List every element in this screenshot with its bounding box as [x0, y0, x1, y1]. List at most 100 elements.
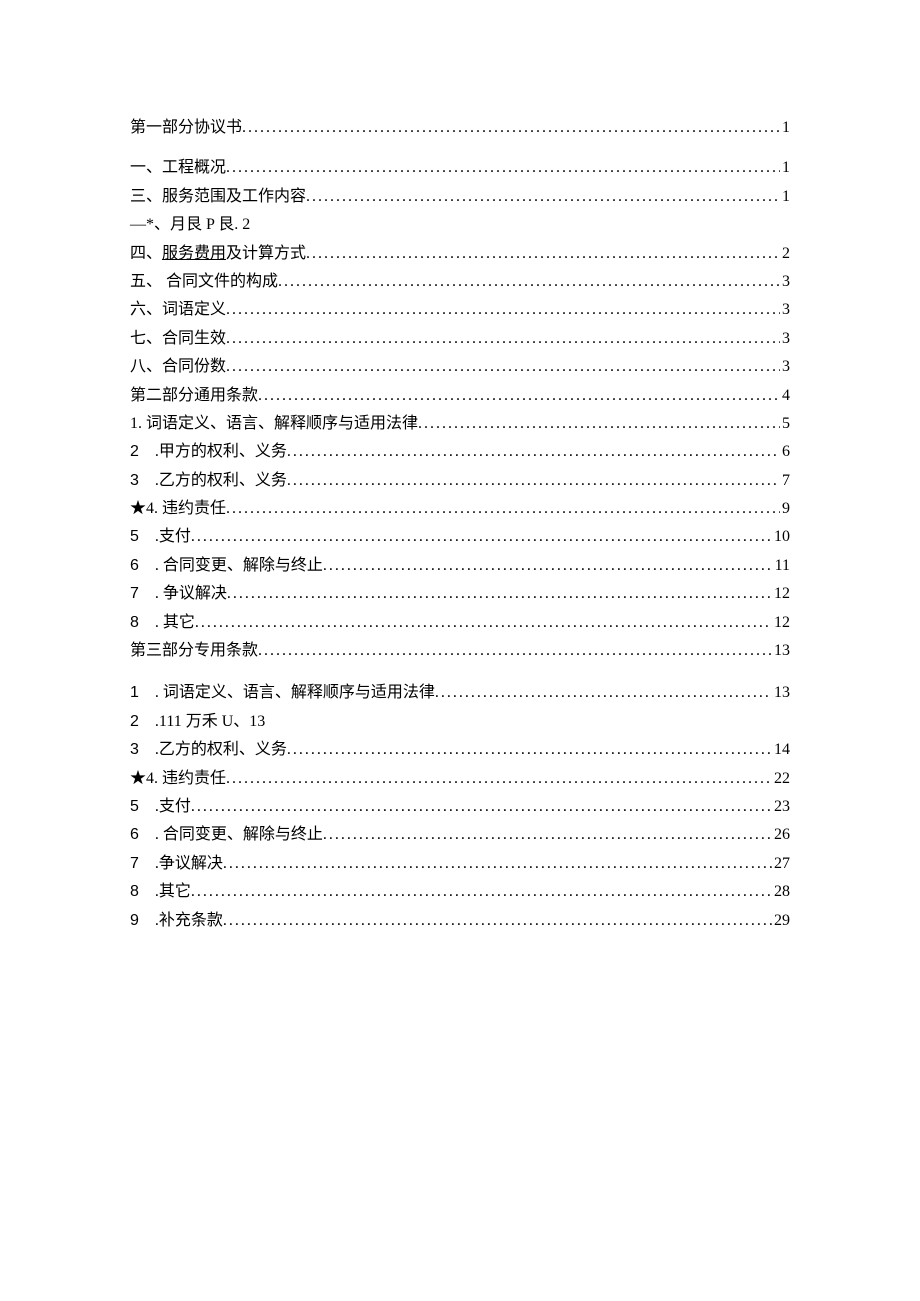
toc-label: ★4. 违约责任 [130, 766, 226, 792]
toc-label: 六、词语定义 [130, 297, 226, 323]
toc-leader-dots [258, 638, 772, 664]
toc-page-number: 13 [772, 638, 790, 664]
toc-number: 2 [130, 439, 139, 465]
toc-label: 五、 合同文件的构成 [130, 269, 278, 295]
toc-label: 5 .支付 [130, 794, 191, 820]
toc-label: 第一部分协议书 [130, 115, 242, 141]
toc-page-number: 10 [772, 524, 790, 550]
toc-entry: 八、合同份数 3 [130, 354, 790, 380]
toc-number: 3 [130, 737, 139, 763]
toc-entry: —*、月艮 P 艮. 2 [130, 212, 790, 238]
toc-entry: 5 .支付 23 [130, 794, 790, 820]
toc-entry: 3 .乙方的权利、义务7 [130, 468, 790, 494]
toc-leader-dots [226, 326, 780, 352]
toc-number: 8 [130, 879, 139, 905]
toc-leader-dots [223, 851, 772, 877]
toc-leader-dots [191, 794, 772, 820]
toc-entry: 3 .乙方的权利、义务 14 [130, 737, 790, 763]
toc-leader-dots [226, 766, 772, 792]
toc-page-number: 9 [780, 496, 790, 522]
toc-number: 8 [130, 610, 139, 636]
toc-label: 6 . 合同变更、解除与终止 [130, 822, 323, 848]
toc-number: 1 [130, 680, 139, 706]
toc-number: 5 [130, 794, 139, 820]
toc-label: .111 万禾 U、13 [155, 713, 265, 730]
toc-leader-dots [287, 439, 780, 465]
toc-page-number: 5 [780, 411, 790, 437]
toc-entry: 1. 词语定义、语言、解释顺序与适用法律 5 [130, 411, 790, 437]
toc-page-number: 23 [772, 794, 790, 820]
toc-page-number: 26 [772, 822, 790, 848]
toc-number: 2 [130, 709, 139, 735]
toc-leader-dots [226, 297, 780, 323]
toc-leader-dots [191, 524, 772, 550]
toc-page-number: 14 [772, 737, 790, 763]
toc-page-number: 27 [772, 851, 790, 877]
toc-page-number: 1 [780, 155, 790, 181]
toc-label: 1. 词语定义、语言、解释顺序与适用法律 [130, 411, 418, 437]
toc-entry: 7 . 争议解决 12 [130, 581, 790, 607]
toc-page-number: 6 [780, 439, 790, 465]
table-of-contents: 第一部分协议书1一、工程概况1三、服务范围及工作内容1—*、月艮 P 艮. 2四… [130, 115, 790, 934]
toc-page-number: 7 [780, 468, 790, 494]
toc-label: 1 . 词语定义、语言、解释顺序与适用法律 [130, 680, 435, 706]
toc-label: 6 . 合同变更、解除与终止 [130, 553, 323, 579]
toc-leader-dots [191, 879, 772, 905]
toc-leader-dots [306, 241, 780, 267]
toc-label: —*、月艮 P 艮. 2 [130, 216, 250, 233]
toc-page-number: 12 [772, 610, 790, 636]
toc-entry: 三、服务范围及工作内容1 [130, 184, 790, 210]
toc-number: 7 [130, 581, 139, 607]
toc-entry: ★4. 违约责任 22 [130, 766, 790, 792]
toc-page-number: 22 [772, 766, 790, 792]
toc-entry: 1 . 词语定义、语言、解释顺序与适用法律 13 [130, 680, 790, 706]
toc-page-number: 29 [772, 908, 790, 934]
toc-label: 8 . 其它 [130, 610, 195, 636]
toc-page-number: 1 [780, 184, 790, 210]
toc-label: 7 . 争议解决 [130, 581, 227, 607]
toc-label: 第二部分通用条款 [130, 383, 258, 409]
toc-entry: 8 .其它 28 [130, 879, 790, 905]
toc-label: 四、服务费用及计算方式 [130, 241, 306, 267]
toc-page-number: 2 [780, 241, 790, 267]
toc-label: 5 .支付 [130, 524, 191, 550]
toc-label: 3 .乙方的权利、义务 [130, 737, 287, 763]
toc-entry: 2 .甲方的权利、义务 6 [130, 439, 790, 465]
toc-entry: ★4. 违约责任 9 [130, 496, 790, 522]
toc-leader-dots [323, 822, 772, 848]
toc-entry: 5 .支付 10 [130, 524, 790, 550]
toc-page-number: 12 [772, 581, 790, 607]
toc-leader-dots [223, 908, 772, 934]
toc-leader-dots [195, 610, 772, 636]
toc-leader-dots [242, 115, 780, 141]
toc-underlined-text: 服务费用 [162, 245, 226, 262]
toc-leader-dots [287, 737, 772, 763]
toc-entry: 六、词语定义 3 [130, 297, 790, 323]
toc-page-number: 3 [780, 354, 790, 380]
toc-leader-dots [418, 411, 780, 437]
toc-label: 七、合同生效 [130, 326, 226, 352]
toc-entry: 第三部分专用条款 13 [130, 638, 790, 664]
toc-entry: 8 . 其它 12 [130, 610, 790, 636]
toc-label: 八、合同份数 [130, 354, 226, 380]
toc-label: 一、工程概况 [130, 155, 226, 181]
toc-page-number: 3 [780, 297, 790, 323]
toc-entry: 6 . 合同变更、解除与终止 26 [130, 822, 790, 848]
toc-leader-dots [258, 383, 780, 409]
toc-label: 第三部分专用条款 [130, 638, 258, 664]
toc-label: 7 .争议解决 [130, 851, 223, 877]
toc-leader-dots [226, 155, 780, 181]
toc-leader-dots [323, 553, 773, 579]
toc-page-number: 4 [780, 383, 790, 409]
toc-page-number: 28 [772, 879, 790, 905]
toc-number: 6 [130, 822, 139, 848]
toc-page-number: 11 [773, 553, 790, 579]
toc-label: 2 .甲方的权利、义务 [130, 439, 287, 465]
toc-leader-dots [227, 581, 772, 607]
toc-leader-dots [306, 184, 780, 210]
toc-entry: 七、合同生效3 [130, 326, 790, 352]
toc-label: ★4. 违约责任 [130, 496, 226, 522]
toc-label: 8 .其它 [130, 879, 191, 905]
toc-entry: 7 .争议解决 27 [130, 851, 790, 877]
toc-leader-dots [435, 680, 772, 706]
